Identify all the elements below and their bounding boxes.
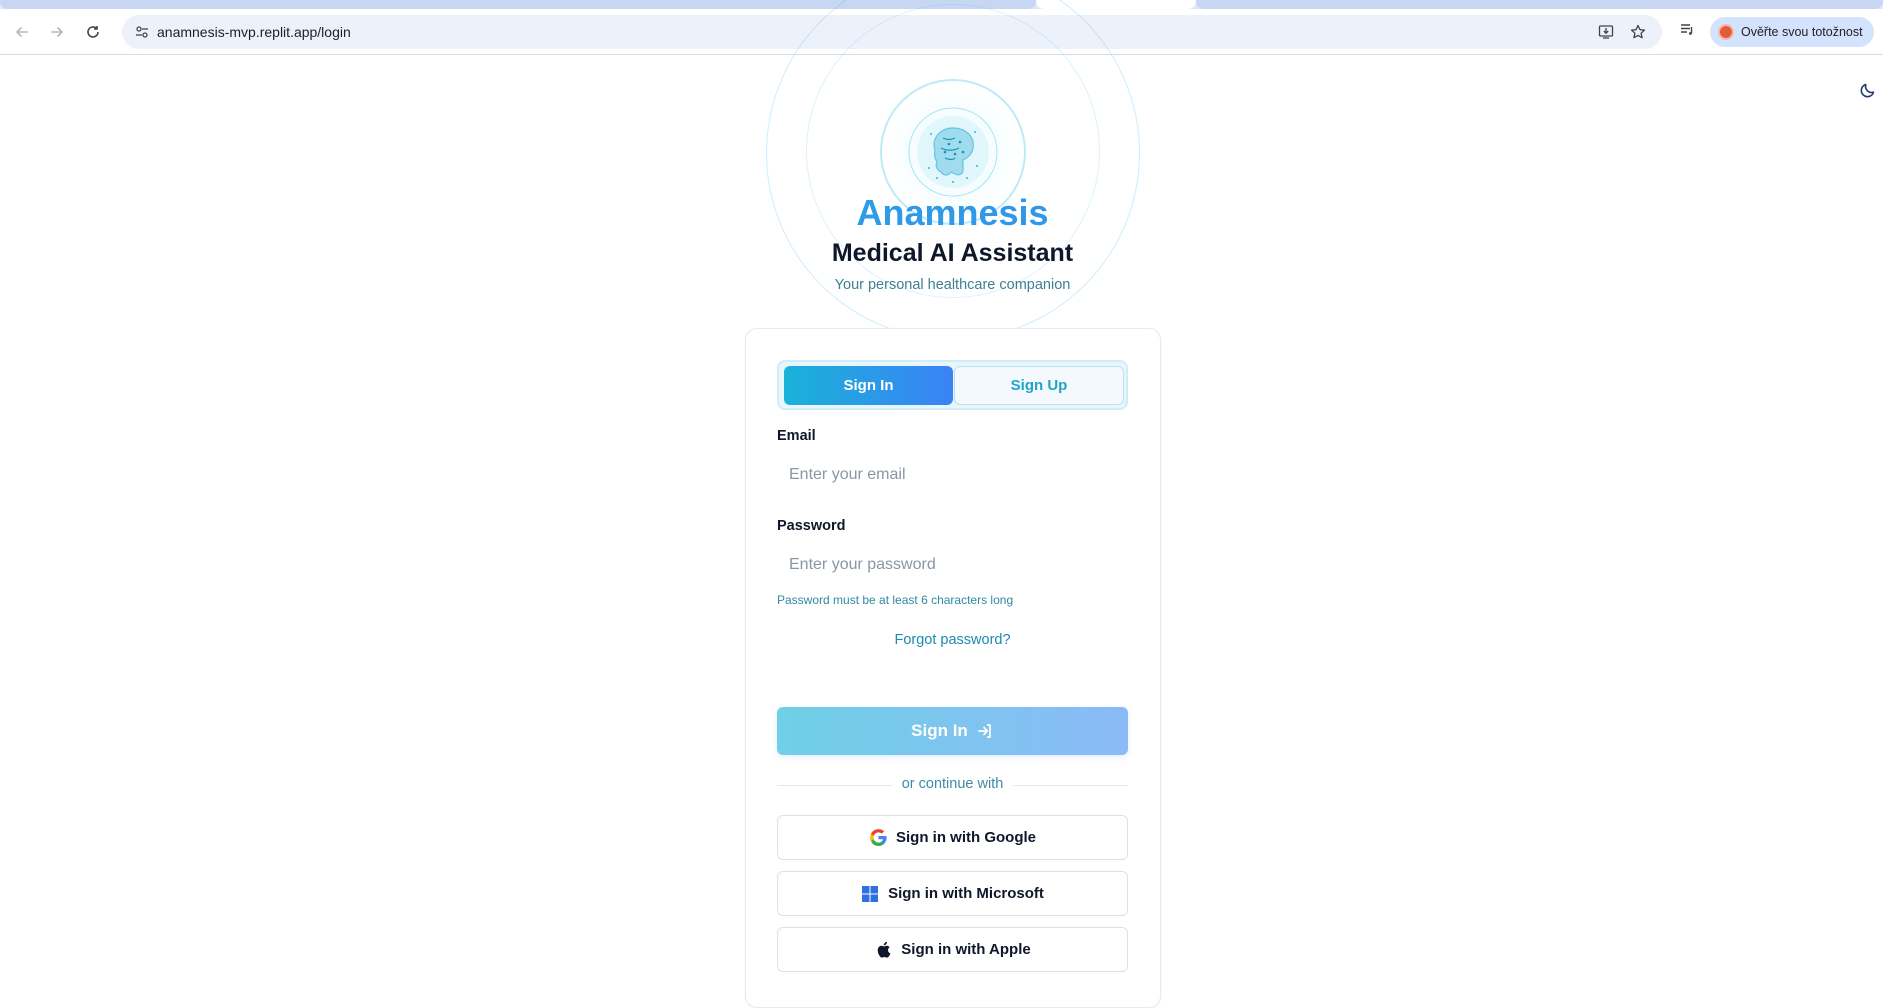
or-divider-text: or continue with <box>895 776 1010 792</box>
password-field[interactable] <box>777 545 1128 585</box>
email-label: Email <box>777 428 816 444</box>
bookmark-star-icon[interactable] <box>1626 20 1650 44</box>
microsoft-icon <box>861 885 879 903</box>
email-field[interactable] <box>777 455 1128 495</box>
log-in-icon <box>977 724 991 738</box>
app-title: Anamnesis <box>0 192 1883 234</box>
site-info-icon[interactable] <box>130 20 154 44</box>
google-icon <box>869 829 887 847</box>
reload-icon[interactable] <box>80 19 106 45</box>
sign-in-button[interactable]: Sign In <box>777 707 1128 755</box>
forward-icon[interactable] <box>44 19 70 45</box>
auth-tabs: Sign In Sign Up <box>777 360 1128 410</box>
back-icon[interactable] <box>9 19 35 45</box>
google-sign-in-label: Sign in with Google <box>896 829 1036 846</box>
or-divider: or continue with <box>777 776 1128 794</box>
apple-icon <box>874 941 892 959</box>
app-tagline: Your personal healthcare companion <box>834 277 1071 293</box>
forgot-password-link[interactable]: Forgot password? <box>777 632 1128 648</box>
google-sign-in-button[interactable]: Sign in with Google <box>777 815 1128 860</box>
password-hint: Password must be at least 6 characters l… <box>777 593 1014 607</box>
app-subtitle: Medical AI Assistant <box>831 239 1074 267</box>
profile-avatar <box>1718 24 1734 40</box>
apple-sign-in-label: Sign in with Apple <box>901 941 1031 958</box>
apple-sign-in-button[interactable]: Sign in with Apple <box>777 927 1128 972</box>
url-text[interactable]: anamnesis-mvp.replit.app/login <box>157 24 351 40</box>
sign-in-button-label: Sign In <box>911 721 968 740</box>
browser-tab[interactable] <box>1196 0 1883 9</box>
moon-icon[interactable] <box>1858 80 1878 100</box>
install-icon[interactable] <box>1594 20 1618 44</box>
microsoft-sign-in-button[interactable]: Sign in with Microsoft <box>777 871 1128 916</box>
profile-chip[interactable]: Ověřte svou totožnost <box>1710 17 1874 47</box>
password-label: Password <box>777 518 846 534</box>
tab-sign-in[interactable]: Sign In <box>784 366 953 405</box>
tab-sign-up[interactable]: Sign Up <box>954 366 1124 405</box>
profile-label: Ověřte svou totožnost <box>1741 25 1863 39</box>
media-queue-icon[interactable] <box>1675 17 1699 41</box>
microsoft-sign-in-label: Sign in with Microsoft <box>888 885 1044 902</box>
